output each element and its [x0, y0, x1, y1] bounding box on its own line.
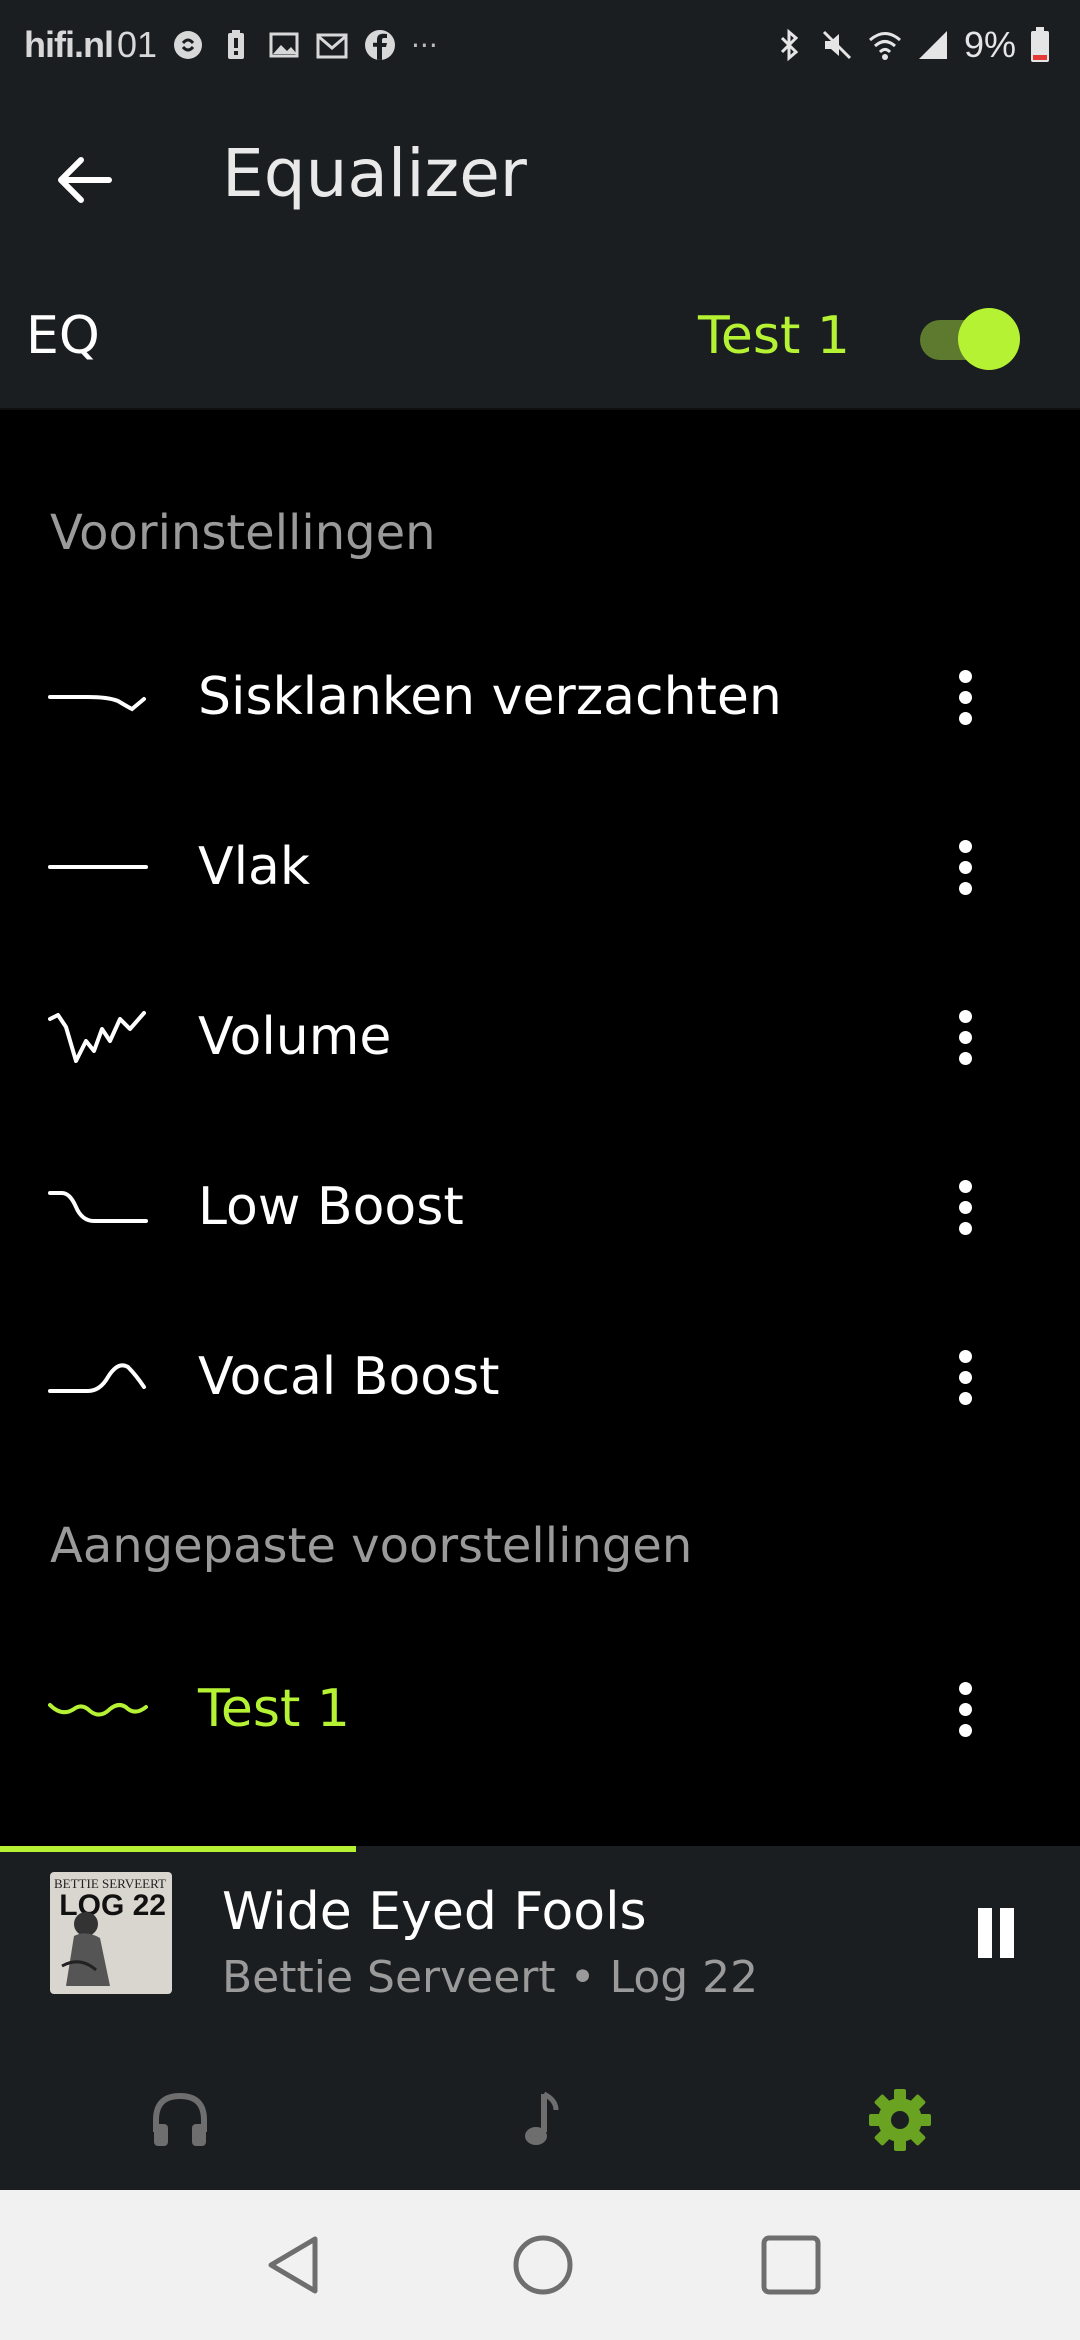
- battery-saver-icon: [228, 30, 245, 59]
- pause-icon-bar: [978, 1908, 992, 1958]
- custom-section-header: Aangepaste voorstellingen: [50, 1518, 693, 1574]
- preset-label: Vocal Boost: [198, 1347, 500, 1407]
- current-preset-label: Test 1: [697, 306, 850, 366]
- mini-player[interactable]: BETTIE SERVEERT LOG 22 Wide Eyed Fools B…: [0, 1852, 1080, 2050]
- more-options-icon[interactable]: [935, 997, 995, 1077]
- eq-label: EQ: [26, 306, 100, 366]
- status-bar-left: hifi.nl 01 ···: [24, 20, 438, 70]
- preset-label: Vlak: [198, 837, 310, 897]
- track-artist-album: Bettie Serveert • Log 22: [222, 1952, 759, 2003]
- app-bar: Equalizer: [0, 90, 1080, 270]
- preset-item-vlak[interactable]: Vlak: [0, 782, 1080, 952]
- toggle-thumb: [958, 308, 1020, 370]
- nav-tab-settings[interactable]: [845, 2070, 955, 2170]
- album-figure-illustration: [61, 1912, 110, 1986]
- system-home-button[interactable]: [498, 2225, 588, 2305]
- custom-curve-icon: [48, 1703, 148, 1717]
- signal-icon: [918, 31, 947, 59]
- presets-section-header: Voorinstellingen: [50, 505, 436, 561]
- preset-label: Test 1: [198, 1679, 351, 1739]
- arrow-left-icon: [58, 157, 112, 203]
- custom-preset-item-test-1[interactable]: Test 1: [0, 1624, 1080, 1794]
- status-bar-right: 9%: [772, 20, 1050, 70]
- pause-icon-bar: [1000, 1908, 1014, 1958]
- gmail-icon: [316, 33, 348, 59]
- more-options-icon[interactable]: [935, 1167, 995, 1247]
- preset-item-low-boost[interactable]: Low Boost: [0, 1122, 1080, 1292]
- status-time: 01: [116, 24, 158, 65]
- circle-home-icon: [513, 2235, 573, 2295]
- preset-item-sisklanken[interactable]: Sisklanken verzachten: [0, 612, 1080, 782]
- preset-label: Volume: [198, 1007, 392, 1067]
- triangle-back-icon: [268, 2236, 318, 2294]
- page-title: Equalizer: [222, 135, 527, 212]
- volume-curve-icon: [48, 1011, 146, 1063]
- system-recents-button[interactable]: [746, 2225, 836, 2305]
- gallery-icon: [269, 32, 299, 58]
- status-brand: hifi.nl: [24, 24, 114, 65]
- preset-label: Sisklanken verzachten: [198, 667, 782, 727]
- de-ess-curve-icon: [48, 695, 146, 712]
- flat-curve-icon: [48, 865, 148, 869]
- battery-percentage: 9%: [963, 24, 1016, 65]
- bottom-navigation: [0, 2050, 1080, 2190]
- wifi-icon: [868, 32, 901, 60]
- more-options-icon[interactable]: [935, 1669, 995, 1749]
- eq-toggle-row: EQ Test 1: [0, 270, 1080, 410]
- back-button[interactable]: [40, 140, 130, 220]
- nav-tab-headphones[interactable]: [125, 2070, 235, 2170]
- system-navigation-bar: [0, 2190, 1080, 2340]
- bluetooth-icon: [780, 28, 799, 62]
- music-note-icon: [525, 2091, 559, 2145]
- low-boost-curve-icon: [48, 1191, 148, 1223]
- album-art: BETTIE SERVEERT LOG 22: [50, 1872, 172, 1994]
- eq-toggle-switch[interactable]: [920, 306, 1020, 370]
- vocal-boost-curve-icon: [48, 1363, 146, 1393]
- more-options-icon[interactable]: [935, 657, 995, 737]
- preset-item-volume[interactable]: Volume: [0, 952, 1080, 1122]
- more-options-icon[interactable]: [935, 827, 995, 907]
- status-overflow: ···: [411, 28, 438, 62]
- status-bar: hifi.nl 01 ··· 9%: [0, 0, 1080, 90]
- headphones-icon: [153, 2092, 207, 2146]
- more-options-icon[interactable]: [935, 1337, 995, 1417]
- shazam-icon: [174, 31, 203, 59]
- mute-icon: [822, 30, 852, 60]
- nav-tab-music[interactable]: [485, 2070, 595, 2170]
- preset-item-vocal-boost[interactable]: Vocal Boost: [0, 1292, 1080, 1462]
- pause-button[interactable]: [968, 1904, 1024, 1968]
- preset-label: Low Boost: [198, 1177, 464, 1237]
- track-title: Wide Eyed Fools: [222, 1882, 647, 1942]
- battery-icon: [1031, 27, 1049, 62]
- facebook-icon: [365, 30, 396, 60]
- square-recents-icon: [761, 2235, 821, 2295]
- system-back-button[interactable]: [250, 2225, 340, 2305]
- settings-gear-icon: [869, 2089, 931, 2151]
